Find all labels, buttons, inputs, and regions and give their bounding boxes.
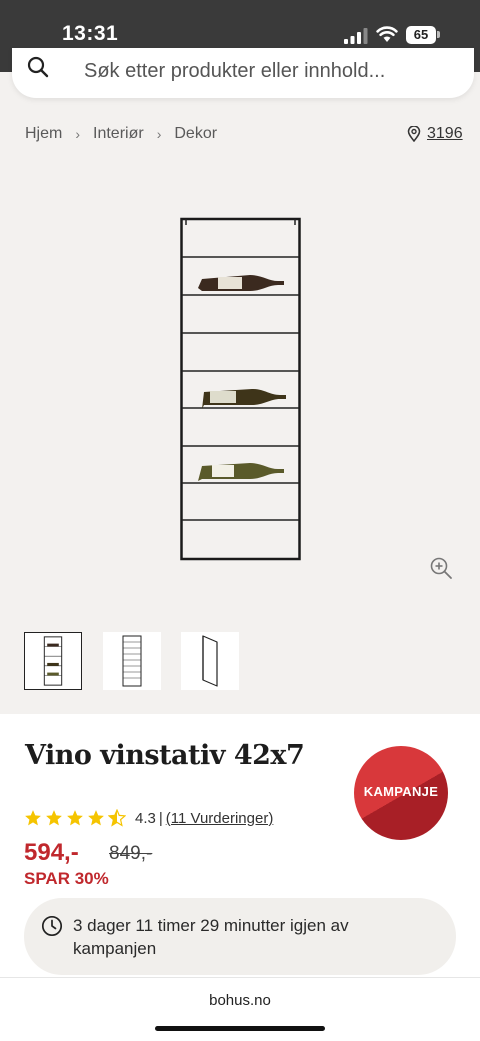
rating-stars: [24, 809, 126, 827]
breadcrumb-home[interactable]: Hjem: [25, 125, 62, 143]
original-price: 849,-: [109, 843, 153, 864]
reviews-link[interactable]: (11 Vurderinger): [166, 810, 274, 827]
campaign-badge-label: KAMPANJE: [363, 784, 439, 799]
cellular-signal-icon: [344, 28, 368, 44]
thumbnail-front-empty[interactable]: [103, 632, 161, 690]
thumbnail-side-angle[interactable]: [181, 632, 239, 690]
product-rating: 4.3 | (11 Vurderinger): [24, 808, 273, 828]
breadcrumb-decor[interactable]: Dekor: [174, 125, 217, 143]
star-full-icon: [25, 810, 41, 826]
discount-label: SPAR 30%: [24, 869, 109, 888]
star-half-icon: [108, 809, 126, 827]
wifi-icon: [376, 26, 398, 42]
rating-value: 4.3: [135, 809, 156, 827]
product-title: Vino vinstativ 42x7: [25, 740, 305, 771]
home-indicator[interactable]: [155, 1026, 325, 1031]
battery-nub: [437, 31, 440, 38]
store-label[interactable]: 3196: [427, 125, 463, 143]
countdown-text: 3 dager 11 timer 29 minutter igjen av ka…: [73, 916, 349, 958]
battery-indicator: 65: [406, 26, 436, 44]
thumbnail-front-with-bottles[interactable]: [24, 632, 82, 690]
star-full-icon: [67, 810, 83, 826]
location-pin-icon: [407, 126, 421, 142]
chevron-right-icon: ›: [156, 126, 162, 142]
star-full-icon: [88, 810, 104, 826]
chevron-right-icon: ›: [75, 126, 81, 142]
campaign-badge: KAMPANJE: [354, 746, 448, 840]
breadcrumb: Hjem › Interiør › Dekor: [25, 125, 217, 143]
clock-icon: [41, 915, 63, 937]
breadcrumb-interior[interactable]: Interiør: [93, 125, 144, 143]
current-price: 594,-: [24, 839, 79, 866]
rating-separator: |: [158, 809, 163, 827]
campaign-countdown: 3 dager 11 timer 29 minutter igjen av ka…: [24, 898, 456, 975]
url-display[interactable]: bohus.no: [0, 992, 480, 1009]
search-bar[interactable]: Søk etter produkter eller innhold...: [12, 48, 474, 98]
star-full-icon: [46, 810, 62, 826]
search-icon[interactable]: [26, 56, 50, 80]
search-input[interactable]: Søk etter produkter eller innhold...: [84, 60, 385, 83]
zoom-in-icon[interactable]: [429, 556, 453, 580]
store-selector[interactable]: 3196: [407, 125, 463, 143]
browser-bar: bohus.no: [0, 977, 480, 1041]
status-time: 13:31: [62, 22, 119, 45]
product-image-wine-rack[interactable]: [180, 217, 302, 561]
